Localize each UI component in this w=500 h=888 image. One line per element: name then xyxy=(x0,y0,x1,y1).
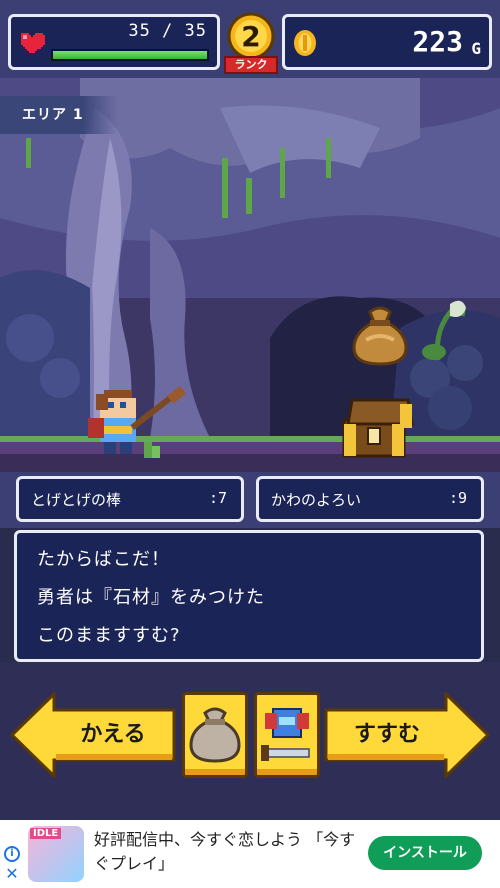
hp-text: 35 / 35 xyxy=(128,21,207,41)
equipment-bar: とげとげの棒 :7 かわのよろい :9 xyxy=(0,472,500,528)
ad-thumbnail[interactable]: IDLE xyxy=(28,826,84,882)
ad-text[interactable]: 好評配信中、今すぐ恋しよう 「今すぐプレイ」 xyxy=(94,828,364,876)
install-button[interactable]: インストール xyxy=(368,836,482,870)
ad-thumb-label: IDLE xyxy=(30,828,62,839)
gold-panel: 223 G xyxy=(282,14,492,70)
cave-background xyxy=(0,78,500,472)
bag-button[interactable] xyxy=(182,692,248,778)
coin-icon xyxy=(294,30,316,56)
close-icon[interactable]: ✕ xyxy=(4,866,20,882)
armor-value: :9 xyxy=(448,489,467,507)
info-icon[interactable]: i xyxy=(4,846,20,862)
back-label: かえる xyxy=(80,722,146,747)
rank-badge[interactable]: 2 ランク xyxy=(222,12,280,78)
hero-sprite xyxy=(88,385,186,458)
armor-slot[interactable]: かわのよろい :9 xyxy=(256,476,484,522)
area-label: エリア 1 xyxy=(0,96,118,134)
weapon-slot[interactable]: とげとげの棒 :7 xyxy=(16,476,244,522)
gold-unit: G xyxy=(471,39,481,58)
treasure-chest-icon xyxy=(342,398,414,458)
message-line-2: 勇者は『石材』をみつけた xyxy=(37,587,265,608)
ad-banner[interactable]: i ✕ IDLE 好評配信中、今すぐ恋しよう 「今すぐプレイ」 インストール xyxy=(0,820,500,888)
spear-icon xyxy=(130,385,186,431)
armor-sword-icon xyxy=(261,708,310,761)
equip-button[interactable] xyxy=(254,692,320,778)
message-line-1: たからばこだ！ xyxy=(37,549,170,570)
weapon-name: とげとげの棒 xyxy=(31,491,122,509)
control-panel: かえる すすむ xyxy=(0,662,500,820)
item-bag-icon xyxy=(189,707,241,763)
armor-name: かわのよろい xyxy=(271,491,362,509)
forward-label: すすむ xyxy=(353,722,420,747)
heart-icon xyxy=(21,33,45,53)
message-box: たからばこだ！ 勇者は『石材』をみつけた このまますすむ? xyxy=(14,530,484,662)
hp-bar-fill xyxy=(53,51,207,59)
gold-value: 223 xyxy=(412,25,463,58)
rank-number: 2 xyxy=(241,20,261,53)
cave-scene: エリア 1 xyxy=(0,78,500,472)
back-button[interactable]: かえる xyxy=(10,692,176,778)
weapon-value: :7 xyxy=(208,489,227,507)
hanging-plant xyxy=(422,300,466,361)
hud-bar: 35 / 35 2 ランク 223 G xyxy=(0,0,500,78)
forward-button[interactable]: すすむ xyxy=(324,692,490,778)
message-line-3: このまますすむ? xyxy=(37,625,181,646)
coin-bag-icon xyxy=(352,306,408,366)
rank-label: ランク xyxy=(224,56,278,74)
hp-panel: 35 / 35 xyxy=(8,14,220,70)
hp-bar xyxy=(51,49,209,61)
